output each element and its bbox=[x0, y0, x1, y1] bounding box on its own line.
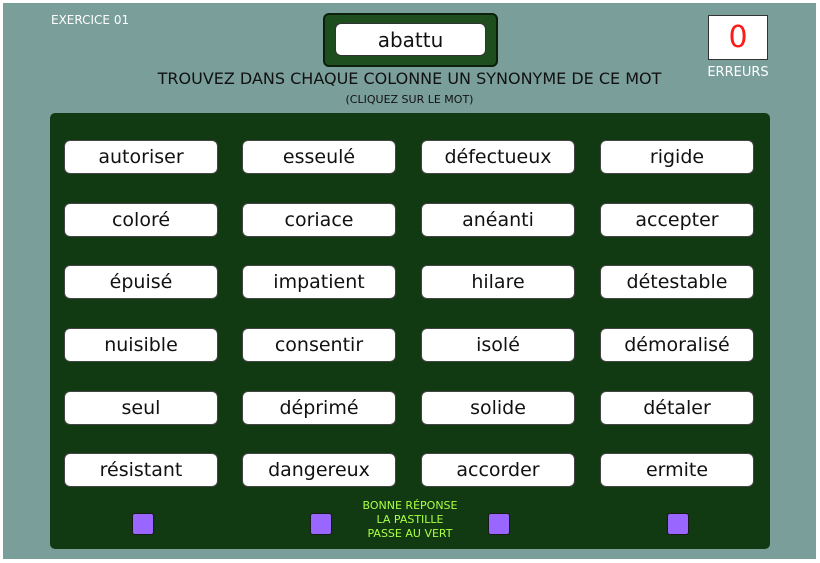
pastille-col2 bbox=[310, 513, 332, 535]
word-col4-row3[interactable]: détestable bbox=[600, 265, 754, 299]
hint-text: BONNE RÉPONSE LA PASTILLE PASSE AU VERT bbox=[340, 499, 480, 541]
word-col2-row1[interactable]: esseulé bbox=[242, 140, 396, 174]
instruction-text: TROUVEZ DANS CHAQUE COLONNE UN SYNONYME … bbox=[157, 69, 662, 88]
pastille-col4 bbox=[667, 513, 689, 535]
target-word: abattu bbox=[335, 23, 486, 56]
word-col1-row2[interactable]: coloré bbox=[64, 203, 218, 237]
word-col4-row6[interactable]: ermite bbox=[600, 453, 754, 487]
hint-line-1: BONNE RÉPONSE bbox=[362, 499, 458, 512]
pastille-col1 bbox=[132, 513, 154, 535]
word-col1-row6[interactable]: résistant bbox=[64, 453, 218, 487]
word-col3-row3[interactable]: hilare bbox=[421, 265, 575, 299]
word-col4-row2[interactable]: accepter bbox=[600, 203, 754, 237]
word-col2-row4[interactable]: consentir bbox=[242, 328, 396, 362]
word-col4-row1[interactable]: rigide bbox=[600, 140, 754, 174]
word-col3-row6[interactable]: accorder bbox=[421, 453, 575, 487]
word-col3-row4[interactable]: isolé bbox=[421, 328, 575, 362]
word-col3-row2[interactable]: anéanti bbox=[421, 203, 575, 237]
exercise-stage: EXERCICE 01 abattu 0 ERREURS TROUVEZ DAN… bbox=[3, 3, 816, 559]
word-col2-row2[interactable]: coriace bbox=[242, 203, 396, 237]
word-col1-row1[interactable]: autoriser bbox=[64, 140, 218, 174]
word-col3-row5[interactable]: solide bbox=[421, 391, 575, 425]
error-counter: 0 bbox=[708, 15, 768, 60]
word-col1-row3[interactable]: épuisé bbox=[64, 265, 218, 299]
word-col2-row5[interactable]: déprimé bbox=[242, 391, 396, 425]
sub-instruction-text: (CLIQUEZ SUR LE MOT) bbox=[345, 93, 474, 106]
error-label: ERREURS bbox=[707, 65, 769, 80]
hint-line-2: LA PASTILLE bbox=[376, 513, 444, 526]
target-word-frame: abattu bbox=[323, 13, 498, 67]
word-col2-row3[interactable]: impatient bbox=[242, 265, 396, 299]
exercise-label: EXERCICE 01 bbox=[51, 13, 130, 27]
word-col1-row5[interactable]: seul bbox=[64, 391, 218, 425]
word-col2-row6[interactable]: dangereux bbox=[242, 453, 396, 487]
pastille-col3 bbox=[488, 513, 510, 535]
hint-line-3: PASSE AU VERT bbox=[367, 527, 453, 540]
word-col3-row1[interactable]: défectueux bbox=[421, 140, 575, 174]
word-col4-row4[interactable]: démoralisé bbox=[600, 328, 754, 362]
word-col1-row4[interactable]: nuisible bbox=[64, 328, 218, 362]
word-col4-row5[interactable]: détaler bbox=[600, 391, 754, 425]
word-board: autoriser coloré épuisé nuisible seul ré… bbox=[50, 113, 770, 549]
